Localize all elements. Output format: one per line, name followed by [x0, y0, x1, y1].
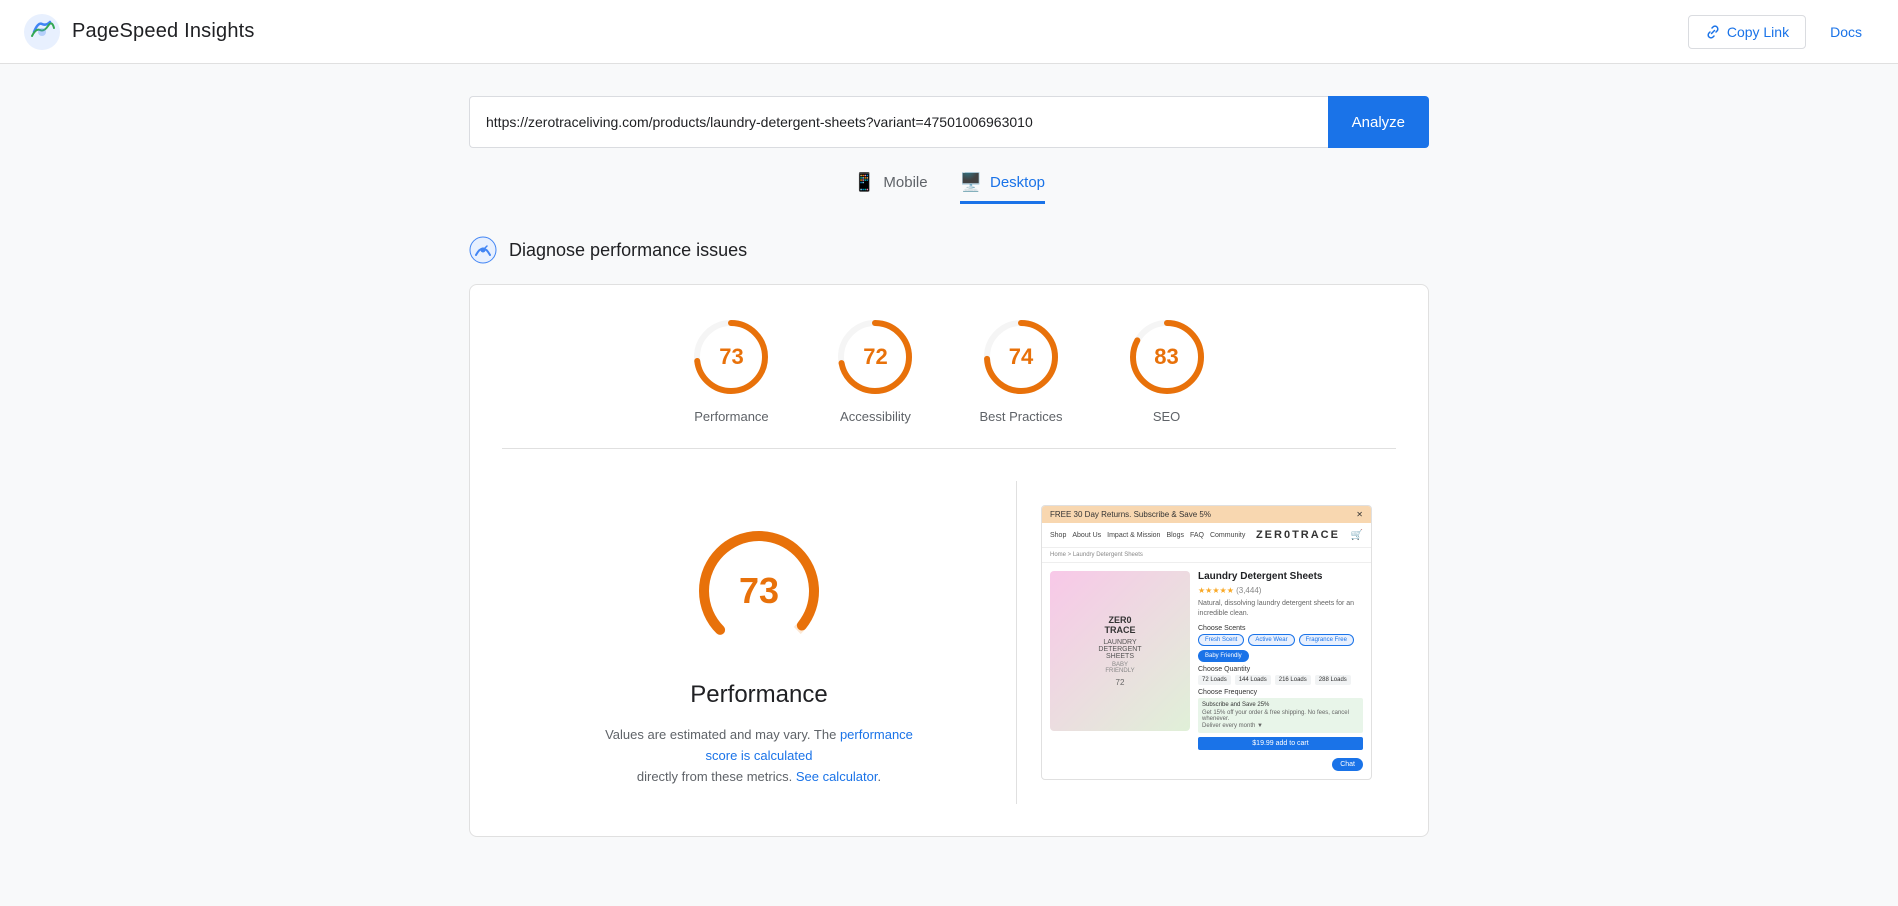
scent-fresh: Fresh Scent [1198, 634, 1244, 646]
copy-link-label: Copy Link [1727, 24, 1789, 40]
score-label-performance: Performance [694, 409, 768, 424]
score-value-accessibility: 72 [863, 344, 887, 370]
large-gauge-value: 73 [739, 570, 779, 612]
docs-button[interactable]: Docs [1818, 16, 1874, 48]
performance-detail: 73 Performance Values are estimated and … [502, 481, 1016, 803]
qty-288: 288 Loads [1315, 675, 1351, 685]
mock-product-title: Laundry Detergent Sheets [1198, 571, 1363, 582]
score-label-accessibility: Accessibility [840, 409, 911, 424]
mock-product-content: ZER0TRACE LAUNDRYDETERGENTSHEETS BABYFRI… [1042, 563, 1371, 779]
score-item-seo: 83 SEO [1127, 317, 1207, 424]
detail-section: 73 Performance Values are estimated and … [502, 481, 1396, 804]
mock-stars: ★★★★★ (3,444) [1198, 586, 1363, 595]
nav-faq: FAQ [1190, 532, 1204, 539]
mock-logo: ZER0TRACE [1256, 529, 1340, 541]
tab-mobile-label: Mobile [883, 174, 927, 191]
nav-about: About Us [1072, 532, 1101, 539]
main-content: Analyze 📱 Mobile 🖥️ Desktop Diagnose per… [0, 64, 1898, 869]
mock-cart-icon: 🛒 [1351, 530, 1363, 541]
desktop-icon: 🖥️ [960, 172, 982, 193]
scent-ff: Fragrance Free [1299, 634, 1354, 646]
mock-chat-btn: Chat [1332, 758, 1363, 771]
scent-active: Active Wear [1248, 634, 1294, 646]
choose-scents-label: Choose Scents [1198, 625, 1363, 632]
mock-add-btn: $19.99 add to cart [1198, 737, 1363, 750]
score-circle-seo: 83 [1127, 317, 1207, 397]
url-input[interactable] [469, 96, 1328, 148]
url-bar-container: Analyze [469, 96, 1429, 148]
deliver-text: Deliver every month ▼ [1202, 723, 1359, 729]
header: PageSpeed Insights Copy Link Docs [0, 0, 1898, 64]
nav-community: Community [1210, 532, 1245, 539]
diagnose-header: Diagnose performance issues [469, 236, 1429, 264]
scores-row: 73 Performance 72 Accessibility [502, 317, 1396, 449]
score-label-seo: SEO [1153, 409, 1180, 424]
mock-description: Natural, dissolving laundry detergent sh… [1198, 599, 1363, 619]
subscribe-text: Subscribe and Save 25% [1202, 702, 1359, 708]
score-item-accessibility: 72 Accessibility [835, 317, 915, 424]
score-card: 73 Performance 72 Accessibility [469, 284, 1429, 837]
score-item-best-practices: 74 Best Practices [979, 317, 1062, 424]
mock-qty-row: 72 Loads 144 Loads 216 Loads 288 Loads [1198, 675, 1363, 685]
mock-breadcrumb: Home > Laundry Detergent Sheets [1042, 548, 1371, 563]
mock-close-icon: ✕ [1356, 510, 1363, 519]
score-circle-accessibility: 72 [835, 317, 915, 397]
subscribe-subtext: Get 15% off your order & free shipping. … [1202, 710, 1359, 722]
choose-freq-label: Choose Frequency [1198, 689, 1363, 696]
diagnose-title: Diagnose performance issues [509, 240, 747, 261]
score-value-seo: 83 [1154, 344, 1178, 370]
performance-description: Values are estimated and may vary. The p… [599, 725, 919, 787]
tab-desktop[interactable]: 🖥️ Desktop [960, 172, 1045, 204]
pagespeed-logo [24, 14, 60, 50]
score-label-best-practices: Best Practices [979, 409, 1062, 424]
mock-nav: Shop About Us Impact & Mission Blogs FAQ… [1042, 523, 1371, 548]
link-icon [1705, 24, 1721, 40]
qty-72: 72 Loads [1198, 675, 1231, 685]
header-right: Copy Link Docs [1688, 15, 1874, 49]
tab-desktop-label: Desktop [990, 174, 1045, 191]
score-circle-best-practices: 74 [981, 317, 1061, 397]
analyze-button[interactable]: Analyze [1328, 96, 1429, 148]
qty-144: 144 Loads [1235, 675, 1271, 685]
mock-topbar-text: FREE 30 Day Returns. Subscribe & Save 5% [1050, 510, 1211, 519]
large-gauge: 73 [689, 521, 829, 661]
mock-scent-options: Fresh Scent Active Wear Fragrance Free B… [1198, 634, 1363, 662]
score-value-best-practices: 74 [1009, 344, 1033, 370]
app-title: PageSpeed Insights [72, 20, 255, 43]
mock-product-image: ZER0TRACE LAUNDRYDETERGENTSHEETS BABYFRI… [1050, 571, 1190, 731]
mock-topbar: FREE 30 Day Returns. Subscribe & Save 5%… [1042, 506, 1371, 523]
score-item-performance: 73 Performance [691, 317, 771, 424]
device-tabs: 📱 Mobile 🖥️ Desktop [853, 172, 1045, 204]
mobile-icon: 📱 [853, 172, 875, 193]
qty-216: 216 Loads [1275, 675, 1311, 685]
header-left: PageSpeed Insights [24, 14, 255, 50]
scent-baby: Baby Friendly [1198, 650, 1249, 662]
choose-qty-label: Choose Quantity [1198, 666, 1363, 673]
nav-blogs: Blogs [1166, 532, 1184, 539]
calculator-link[interactable]: See calculator [796, 769, 878, 784]
mock-product-info: Laundry Detergent Sheets ★★★★★ (3,444) N… [1198, 571, 1363, 771]
copy-link-button[interactable]: Copy Link [1688, 15, 1806, 49]
performance-title: Performance [690, 681, 827, 709]
diagnose-section: Diagnose performance issues 73 Performan… [469, 236, 1429, 837]
screenshot-panel: FREE 30 Day Returns. Subscribe & Save 5%… [1016, 481, 1396, 804]
mock-subscribe-box: Subscribe and Save 25% Get 15% off your … [1198, 698, 1363, 733]
score-value-performance: 73 [719, 344, 743, 370]
description-period: . [878, 769, 882, 784]
diagnose-icon [469, 236, 497, 264]
nav-shop: Shop [1050, 532, 1066, 539]
tab-mobile[interactable]: 📱 Mobile [853, 172, 928, 204]
mock-nav-links: Shop About Us Impact & Mission Blogs FAQ… [1050, 532, 1245, 539]
nav-impact: Impact & Mission [1107, 532, 1160, 539]
screenshot-mock: FREE 30 Day Returns. Subscribe & Save 5%… [1041, 505, 1372, 780]
score-circle-performance: 73 [691, 317, 771, 397]
